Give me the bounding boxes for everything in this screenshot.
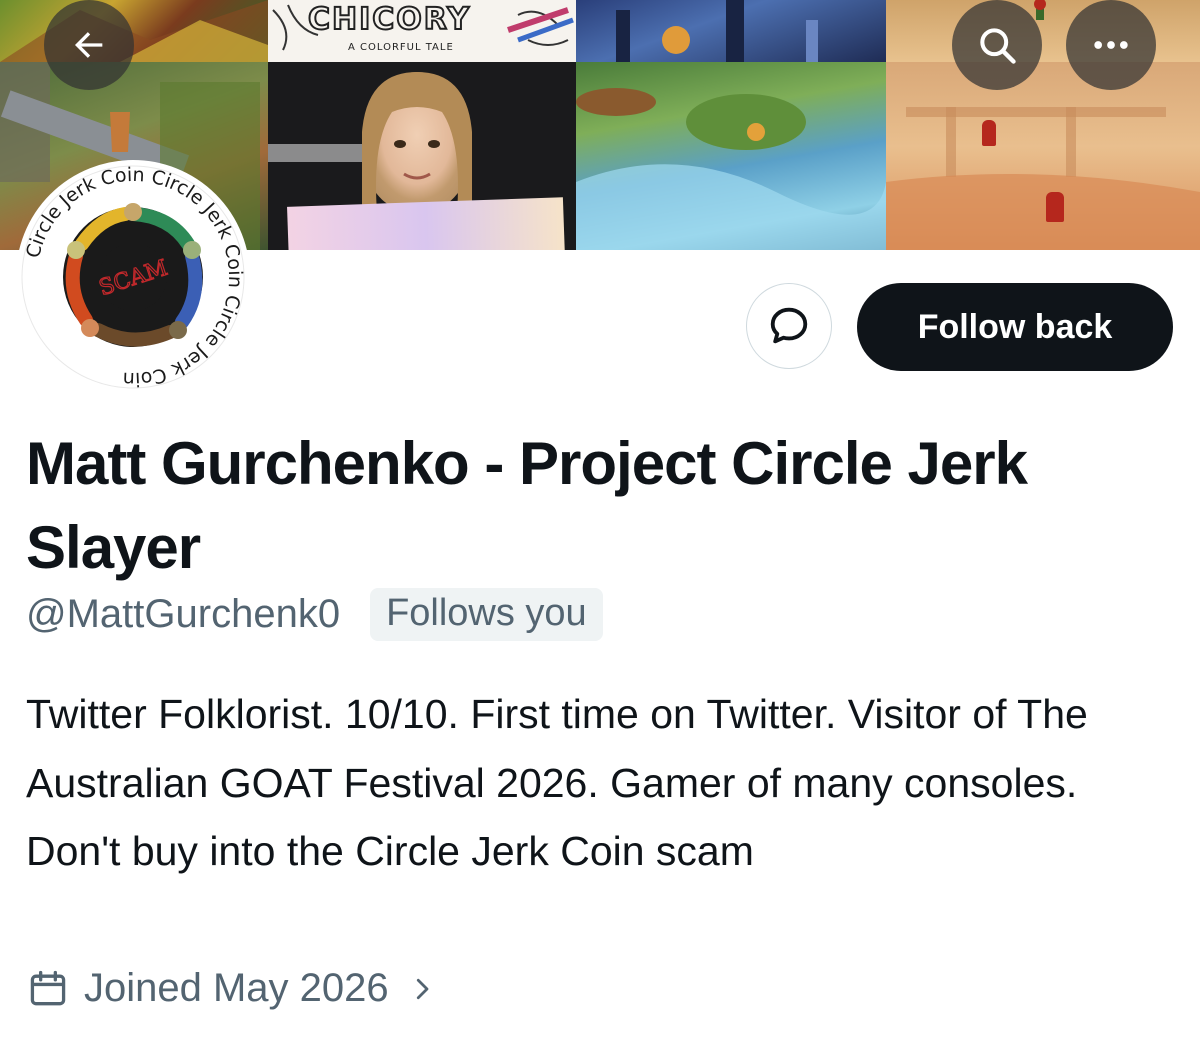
- search-icon: [980, 28, 1016, 64]
- chicory-logo-subtitle: A COLORFUL TALE: [348, 42, 454, 53]
- circle-jerk-coin-logo: Circle Jerk Coin Circle Jerk Coin Circle…: [21, 164, 246, 390]
- joined-date-row[interactable]: Joined May 2026: [26, 966, 437, 1011]
- chicory-logo-text: CHICORY: [307, 1, 471, 38]
- follows-you-badge: Follows you: [370, 588, 603, 641]
- arrow-left-icon: [75, 32, 103, 58]
- banner-child-drawing: [287, 197, 565, 250]
- profile-avatar[interactable]: Circle Jerk Coin Circle Jerk Coin Circle…: [16, 160, 250, 394]
- banner-girl-portrait: [362, 72, 472, 212]
- banner-tile-game-3: [576, 0, 886, 62]
- banner-tile-game-7: [576, 62, 886, 250]
- banner-tile-game-1: [0, 0, 268, 62]
- back-button[interactable]: [44, 0, 134, 90]
- banner-tile-journey: [886, 62, 1200, 250]
- more-button[interactable]: [1066, 0, 1156, 90]
- message-button[interactable]: [746, 283, 832, 369]
- banner-tile-girl-drawing: [268, 62, 576, 250]
- message-bubble-icon: [770, 307, 808, 344]
- profile-handle: @MattGurchenk0: [26, 592, 341, 636]
- banner-red-figure: [982, 120, 996, 146]
- banner-tile-chicory: CHICORY A COLORFUL TALE: [268, 0, 576, 62]
- banner-red-figure: [1046, 192, 1064, 222]
- calendar-icon: [26, 967, 70, 1011]
- search-button[interactable]: [952, 0, 1042, 90]
- follow-back-button[interactable]: Follow back: [857, 283, 1173, 371]
- chevron-right-icon: [407, 974, 437, 1004]
- more-horizontal-icon: [1094, 41, 1128, 49]
- profile-bio: Twitter Folklorist. 10/10. First time on…: [26, 691, 1088, 874]
- joined-date-text: Joined May 2026: [84, 966, 389, 1010]
- handle-row: @MattGurchenk0 Follows you: [26, 588, 603, 641]
- profile-display-name: Matt Gurchenko - Project Circle Jerk Sla…: [26, 430, 1028, 581]
